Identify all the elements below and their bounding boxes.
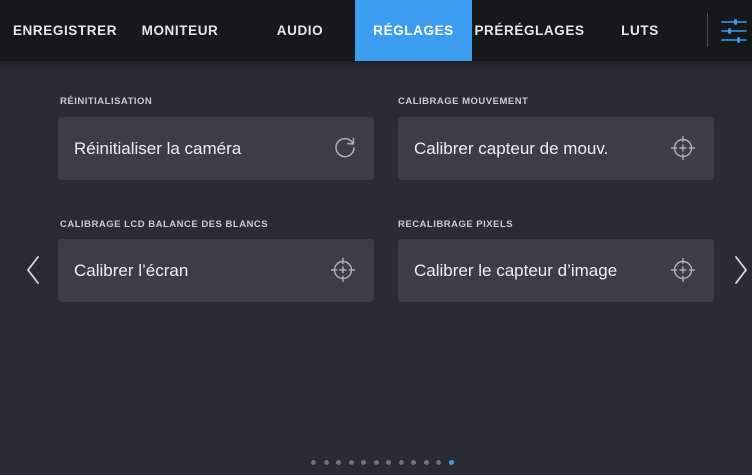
chevron-right-icon[interactable]: [730, 251, 750, 289]
crosshair-icon: [330, 257, 356, 283]
page-dot-active[interactable]: [448, 460, 454, 465]
page-dot[interactable]: [323, 460, 329, 465]
calibrate-image-sensor-button[interactable]: Calibrer le capteur d’image: [398, 239, 714, 302]
chevron-left-icon[interactable]: [24, 251, 44, 289]
page-dot[interactable]: [386, 460, 391, 465]
section-title-reset: RÉINITIALISATION: [60, 96, 153, 107]
section-title-motion: CALIBRAGE MOUVEMENT: [398, 96, 529, 107]
tab-enregistrer[interactable]: ENREGISTRER: [0, 0, 130, 61]
tab-divider: [707, 13, 708, 47]
settings-screen: ENREGISTRER MONITEUR AUDIO RÉGLAGES PRÉR…: [0, 0, 752, 475]
page-dot[interactable]: [436, 460, 441, 465]
tab-bar-shadow: [0, 61, 752, 75]
refresh-icon: [332, 135, 358, 161]
crosshair-icon: [670, 257, 696, 283]
section-title-lcd: CALIBRAGE LCD BALANCE DES BLANCS: [60, 219, 269, 230]
page-dot[interactable]: [336, 460, 341, 465]
page-dot[interactable]: [411, 460, 416, 465]
sliders-icon[interactable]: [720, 17, 748, 45]
page-dot[interactable]: [373, 460, 379, 465]
calibrate-motion-sensor-button[interactable]: Calibrer capteur de mouv.: [398, 117, 714, 180]
section-title-pixels: RECALIBRAGE PIXELS: [398, 219, 514, 230]
crosshair-icon: [670, 135, 696, 161]
calibrate-screen-button[interactable]: Calibrer l’écran: [58, 239, 374, 302]
page-dot[interactable]: [398, 460, 404, 465]
page-dot[interactable]: [311, 460, 316, 465]
page-indicator: [0, 460, 752, 468]
reset-camera-button[interactable]: Réinitialiser la caméra: [58, 117, 374, 180]
tab-bar: ENREGISTRER MONITEUR AUDIO RÉGLAGES PRÉR…: [0, 0, 752, 61]
tab-luts[interactable]: LUTS: [605, 0, 675, 61]
calibrate-image-sensor-label: Calibrer le capteur d’image: [414, 260, 618, 280]
page-dot[interactable]: [423, 460, 429, 465]
calibrate-motion-label: Calibrer capteur de mouv.: [414, 138, 609, 158]
page-dot[interactable]: [361, 460, 366, 465]
page-dot[interactable]: [348, 460, 354, 465]
tab-audio[interactable]: AUDIO: [264, 0, 336, 61]
tab-prereglages[interactable]: PRÉRÉGLAGES: [472, 0, 587, 61]
calibrate-screen-label: Calibrer l’écran: [74, 260, 189, 280]
tab-reglages[interactable]: RÉGLAGES: [355, 0, 472, 61]
tab-moniteur[interactable]: MONITEUR: [130, 0, 230, 61]
reset-camera-label: Réinitialiser la caméra: [74, 138, 242, 158]
